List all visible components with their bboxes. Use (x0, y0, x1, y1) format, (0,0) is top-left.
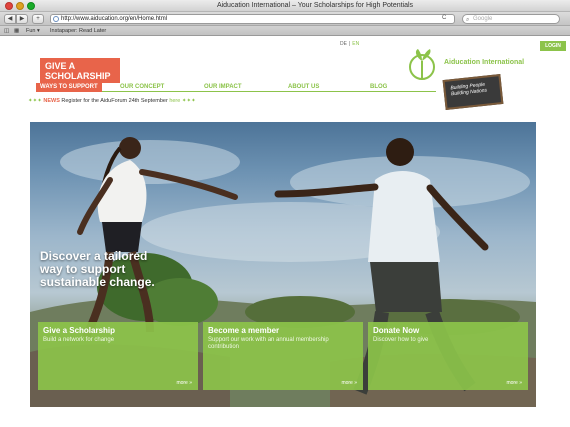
card-title: Give a Scholarship (43, 326, 116, 335)
reading-list-icon[interactable]: ◫ (4, 26, 9, 36)
forward-button[interactable]: ▶ (16, 14, 28, 24)
news-stars-start: ✦✦✦ (28, 98, 42, 104)
news-link[interactable]: here (169, 98, 180, 104)
card-title: Become a member (208, 326, 280, 335)
zoom-window-button[interactable] (27, 2, 35, 10)
card-more-link[interactable]: more » (341, 380, 357, 386)
lang-en[interactable]: EN (352, 41, 359, 47)
url-text: http://www.aiducation.org/en/Home.html (61, 16, 168, 22)
card-more-link[interactable]: more » (176, 380, 192, 386)
main-nav: WAYS TO SUPPORT OUR CONCEPT OUR IMPACT A… (36, 83, 436, 92)
top-sites-icon[interactable]: ▦ (14, 26, 19, 36)
news-ticker: ✦✦✦ NEWS Register for the AiduForum 24th… (28, 98, 196, 104)
browser-toolbar: ◀ ▶ + http://www.aiducation.org/en/Home.… (0, 12, 570, 26)
language-switcher: DE | EN (340, 41, 359, 47)
lang-de[interactable]: DE (340, 41, 347, 47)
news-text: Register for the AiduForum 24th Septembe… (61, 98, 168, 104)
card-donate-now[interactable]: Donate Now Discover how to give more » (368, 322, 528, 390)
card-description: Build a network for change (43, 337, 115, 343)
news-stars-end: ✦✦✦ (181, 98, 196, 104)
add-bookmark-button[interactable]: + (32, 14, 44, 24)
login-button[interactable]: LOGIN (540, 41, 566, 51)
lang-separator: | (348, 41, 351, 47)
window-titlebar: Aiducation International – Your Scholars… (0, 0, 570, 12)
nav-ways-to-support[interactable]: WAYS TO SUPPORT (36, 83, 102, 92)
card-more-link[interactable]: more » (506, 380, 522, 386)
hero-headline: Discover a tailored way to support susta… (40, 249, 155, 289)
minimize-window-button[interactable] (16, 2, 24, 10)
bookmark-instapaper[interactable]: Instapaper: Read Later (50, 26, 106, 36)
globe-icon (53, 16, 59, 22)
card-description: Discover how to give (373, 337, 429, 343)
nav-our-impact[interactable]: OUR IMPACT (204, 83, 242, 92)
window-title: Aiducation International – Your Scholars… (216, 2, 414, 9)
search-icon: ⌕ (466, 17, 470, 23)
card-become-member[interactable]: Become a member Support our work with an… (203, 322, 363, 390)
bookmarks-bar: ◫ ▦ Fun ▾ Instapaper: Read Later (0, 26, 570, 36)
tagline-chalkboard: Building People Building Nations (442, 74, 504, 110)
hero-banner: Discover a tailored way to support susta… (30, 122, 536, 407)
nav-our-concept[interactable]: OUR CONCEPT (120, 83, 164, 92)
address-bar[interactable]: http://www.aiducation.org/en/Home.html (50, 14, 455, 24)
web-page: GIVE A SCHOLARSHIP WAYS TO SUPPORT OUR C… (0, 37, 570, 427)
news-label: NEWS (43, 98, 60, 104)
search-input[interactable]: ⌕ Google (462, 14, 560, 24)
reload-button[interactable]: C (442, 15, 446, 21)
logo-line-2: SCHOLARSHIP (45, 71, 111, 81)
seedling-logo-icon (409, 49, 435, 80)
card-title: Donate Now (373, 326, 420, 335)
nav-blog[interactable]: BLOG (370, 83, 387, 92)
card-description: Support our work with an annual membersh… (208, 337, 329, 350)
bookmark-fun[interactable]: Fun ▾ (26, 26, 40, 36)
brand-name: Aiducation International (444, 59, 525, 66)
search-placeholder: Google (473, 16, 493, 22)
back-button[interactable]: ◀ (4, 14, 16, 24)
give-a-scholarship-logo[interactable]: GIVE A SCHOLARSHIP (40, 58, 120, 83)
card-give-scholarship[interactable]: Give a Scholarship Build a network for c… (38, 322, 198, 390)
nav-about-us[interactable]: ABOUT US (288, 83, 319, 92)
logo-line-1: GIVE A (45, 61, 76, 71)
close-window-button[interactable] (5, 2, 13, 10)
